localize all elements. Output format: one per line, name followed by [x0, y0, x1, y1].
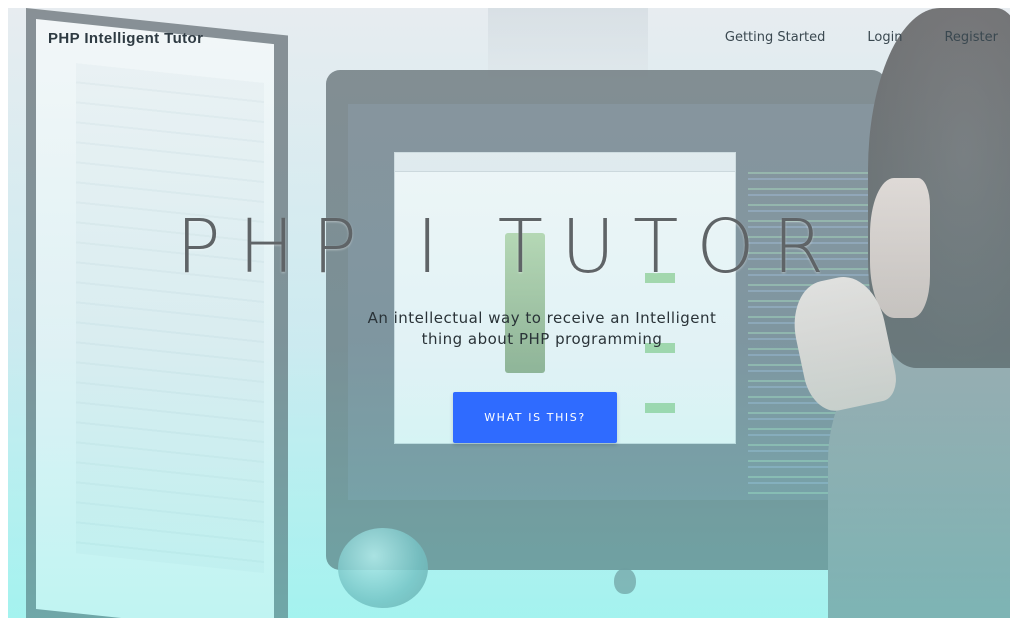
- hero-subtitle-line-2: thing about PHP programming: [421, 330, 663, 348]
- nav-link-register[interactable]: Register: [944, 30, 998, 45]
- nav-link-login[interactable]: Login: [867, 30, 902, 45]
- hero-title: PHP I TUTOR: [176, 204, 842, 290]
- brand-logo-text[interactable]: PHP Intelligent Tutor: [48, 30, 203, 47]
- nav-link-getting-started[interactable]: Getting Started: [725, 30, 826, 45]
- hero-subtitle-line-1: An intellectual way to receive an Intell…: [367, 309, 717, 327]
- what-is-this-button[interactable]: WHAT IS THIS?: [453, 392, 617, 443]
- hero-subtitle: An intellectual way to receive an Intell…: [8, 308, 1010, 350]
- top-nav: Getting Started Login Register: [725, 30, 998, 45]
- landing-page: PHP Intelligent Tutor Getting Started Lo…: [8, 8, 1010, 618]
